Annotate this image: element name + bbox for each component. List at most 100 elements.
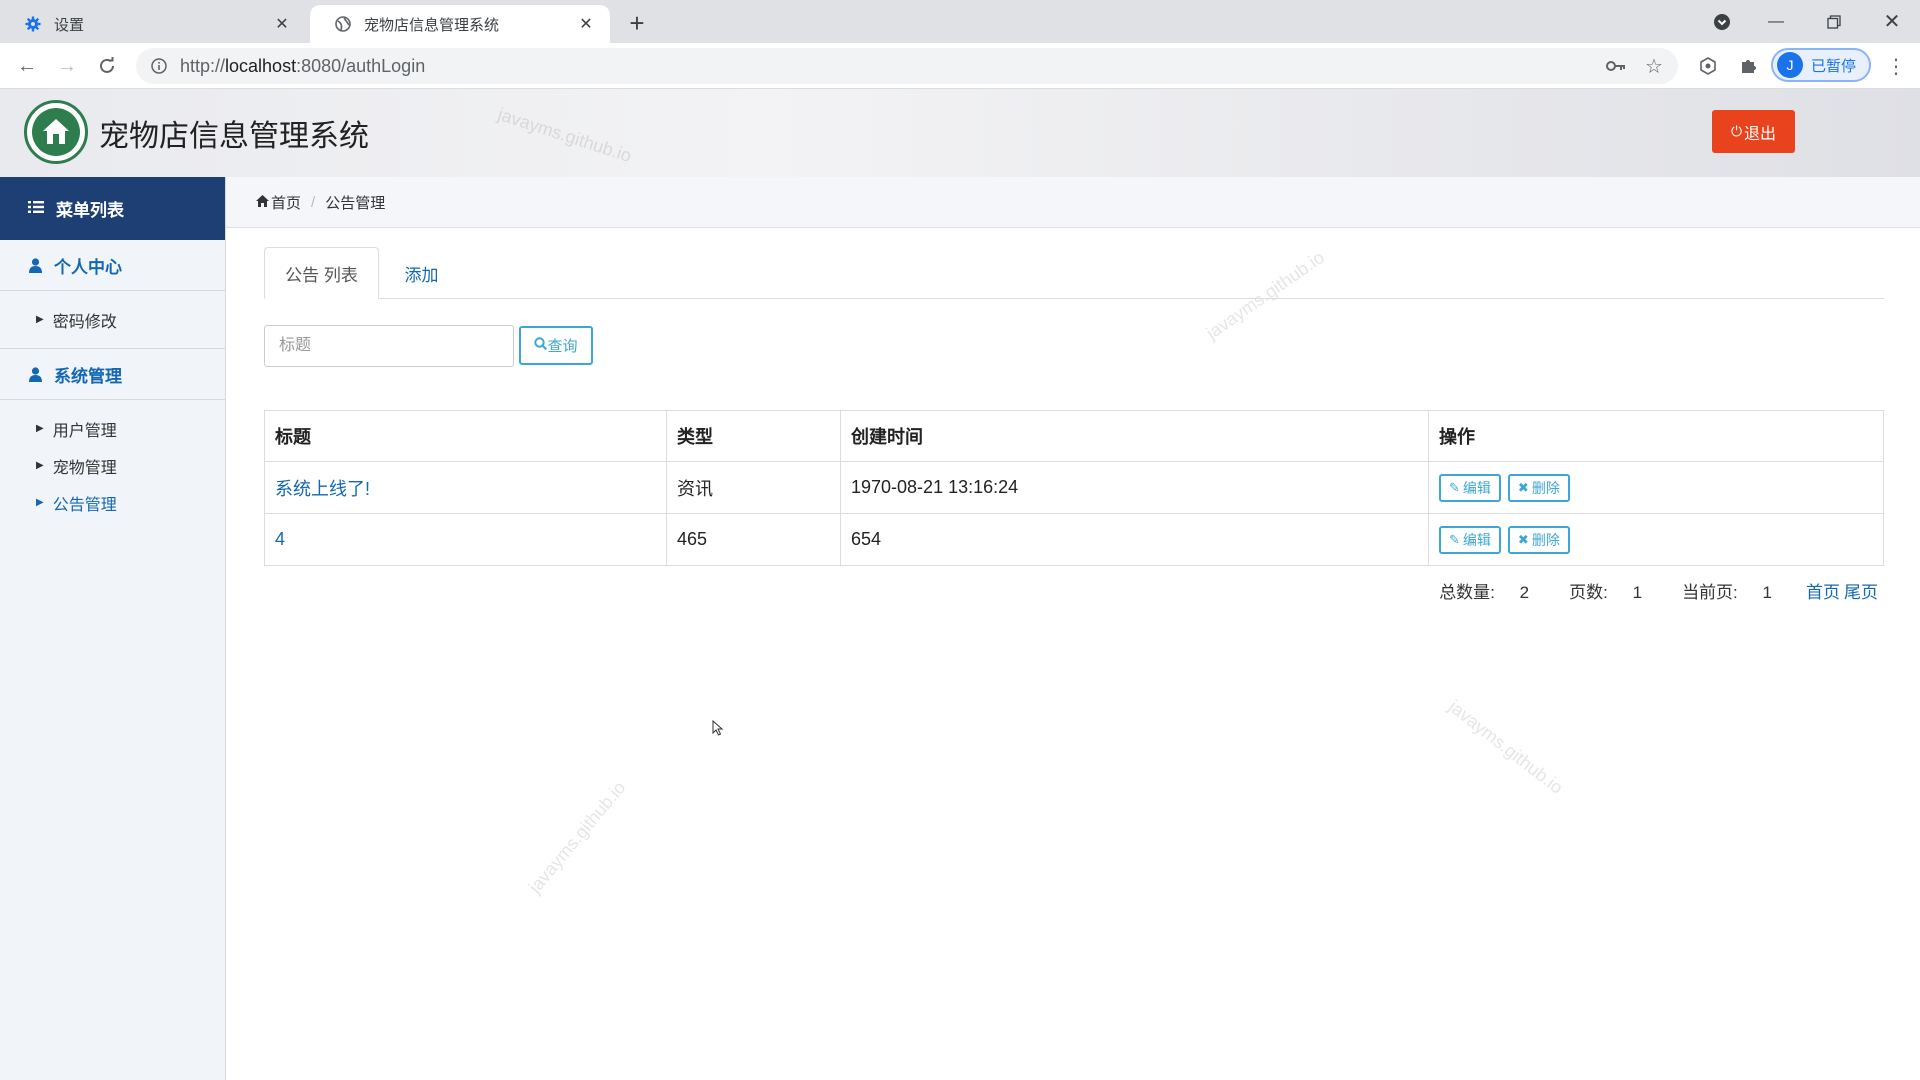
column-header-actions: 操作 [1428,410,1884,462]
breadcrumb-separator: / [311,193,316,211]
column-header-type: 类型 [666,410,841,462]
sidebar-group-personal[interactable]: 个人中心 [0,240,225,291]
app-header: 宠物店信息管理系统 javayms.github.io ⏻ 退出 [0,89,1920,177]
tab-add[interactable]: 添加 [379,247,464,299]
watermark: javayms.github.io [495,104,634,167]
url-host: localhost [225,55,297,76]
sidebar-item-label: 用户管理 [52,422,117,440]
page: 宠物店信息管理系统 javayms.github.io ⏻ 退出 菜单列表 个人中… [0,89,1920,1080]
table-row: 4 465 654 ✎ 编辑 ✖ 删除 [264,513,1884,566]
total-count: 总数量: 2 [1419,578,1529,603]
restore-button[interactable] [1805,0,1863,43]
key-icon[interactable] [1598,48,1634,84]
browser-tab-strip: 设置 ✕ 宠物店信息管理系统 ✕ + — ✕ [0,0,1920,43]
star-icon[interactable]: ☆ [1636,48,1672,84]
cell-title-link[interactable]: 系统上线了! [264,461,667,514]
content-tabs: 公告 列表 添加 [264,247,1884,299]
globe-icon [334,15,352,33]
puzzle-icon[interactable] [1732,50,1764,82]
close-icon[interactable]: ✕ [272,14,292,34]
gear-icon [24,15,42,33]
page-count: 页数: 1 [1549,578,1642,603]
close-icon: ✖ [1517,479,1529,495]
cell-actions: ✎ 编辑 ✖ 删除 [1428,461,1884,514]
extension-icon[interactable] [1692,50,1724,82]
last-page-link[interactable]: 尾页 [1844,578,1878,603]
sidebar-title: 菜单列表 [56,201,124,220]
sidebar-item-label: 宠物管理 [52,459,117,477]
close-icon: ✖ [1517,531,1529,547]
minimize-button[interactable]: — [1747,0,1805,43]
pages-label: 页数: [1569,583,1608,602]
sidebar-items-personal: ▶ 密码修改 [0,291,225,349]
caret-right-icon: ▶ [36,314,44,325]
user-icon [28,257,42,273]
browser-tab-app[interactable]: 宠物店信息管理系统 ✕ [310,5,610,43]
delete-button[interactable]: ✖ 删除 [1507,473,1570,502]
sidebar-item-pets[interactable]: ▶ 宠物管理 [0,447,225,484]
cell-actions: ✎ 编辑 ✖ 删除 [1428,513,1884,566]
sidebar: 菜单列表 个人中心 ▶ 密码修改 系统管理 ▶ 用户管理 ▶ 宠物管理 ▶ 公告… [0,177,226,1080]
profile-status: 已暂停 [1811,57,1857,75]
more-menu-icon[interactable]: ⋮ [1880,50,1912,82]
caret-right-icon: ▶ [36,460,44,471]
first-page-link[interactable]: 首页 [1806,578,1840,603]
sidebar-item-label: 公告管理 [52,496,117,514]
logout-button[interactable]: ⏻ 退出 [1712,110,1795,153]
sidebar-item-users[interactable]: ▶ 用户管理 [0,410,225,447]
sidebar-group-system[interactable]: 系统管理 [0,349,225,400]
browser-tab-settings[interactable]: 设置 ✕ [0,5,306,43]
pages-value: 1 [1632,583,1643,602]
search-button-label: 查询 [547,338,578,355]
edit-button[interactable]: ✎ 编辑 [1439,525,1501,554]
pencil-icon: ✎ [1449,479,1460,495]
edit-label: 编辑 [1462,531,1491,548]
cell-title-link[interactable]: 4 [264,513,667,566]
url-scheme: http:// [180,55,226,76]
search-button[interactable]: 查询 [519,326,593,365]
address-bar[interactable]: http://localhost:8080/authLogin ☆ [136,48,1678,84]
delete-label: 删除 [1531,531,1560,548]
url-text: http://localhost:8080/authLogin [180,56,425,77]
breadcrumb-current: 公告管理 [325,194,386,212]
pencil-icon: ✎ [1449,531,1460,547]
breadcrumb-home[interactable]: 首页 [271,192,301,213]
watermark: javayms.github.io [1444,696,1567,798]
tab-notice-list[interactable]: 公告 列表 [264,247,379,299]
sidebar-group-label: 系统管理 [54,366,122,386]
current-value: 1 [1762,583,1772,602]
url-path: :8080/authLogin [296,55,426,76]
tab-search-icon[interactable] [1708,8,1736,36]
logout-label: 退出 [1744,125,1777,143]
edit-label: 编辑 [1462,479,1491,496]
mouse-cursor-icon [712,719,724,741]
close-icon[interactable]: ✕ [576,14,596,34]
user-icon [28,366,42,382]
table-header-row: 标题 类型 创建时间 操作 [264,410,1884,462]
caret-right-icon: ▶ [36,497,44,508]
delete-button[interactable]: ✖ 删除 [1507,525,1570,554]
profile-button[interactable]: J 已暂停 [1771,48,1871,82]
cell-created: 654 [840,513,1429,566]
power-icon: ⏻ [1730,123,1743,139]
delete-label: 删除 [1531,479,1560,496]
sidebar-item-notices[interactable]: ▶ 公告管理 [0,484,225,521]
caret-right-icon: ▶ [36,423,44,434]
tab-title: 宠物店信息管理系统 [364,16,500,34]
cell-type: 资讯 [666,461,841,514]
new-tab-button[interactable]: + [622,8,652,38]
edit-button[interactable]: ✎ 编辑 [1439,473,1501,502]
total-value: 2 [1519,583,1530,602]
info-icon[interactable] [150,57,168,75]
site-title: 宠物店信息管理系统 [99,120,369,153]
forward-icon[interactable]: → [51,50,83,82]
back-icon[interactable]: ← [11,50,43,82]
sidebar-header: 菜单列表 [0,177,225,240]
sidebar-item-password[interactable]: ▶ 密码修改 [0,301,225,338]
close-window-button[interactable]: ✕ [1863,0,1920,43]
tab-title: 设置 [54,16,85,34]
pagination: 总数量: 2 页数: 1 当前页: 1 首页 尾页 [226,578,1878,603]
title-search-input[interactable] [264,325,514,367]
school-logo [24,100,88,164]
reload-icon[interactable] [91,50,123,82]
